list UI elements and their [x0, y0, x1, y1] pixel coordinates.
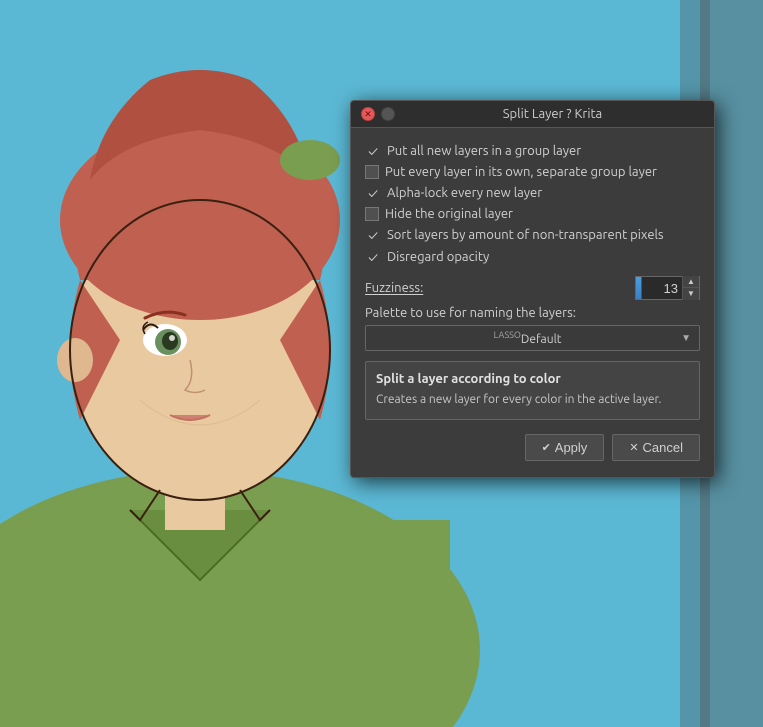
info-box-title: Split a layer according to color	[376, 372, 689, 386]
apply-check-icon: ✔	[542, 441, 551, 454]
title-bar: ✕ Split Layer ? Krita	[351, 101, 714, 128]
cancel-button[interactable]: ✕ Cancel	[612, 434, 700, 461]
info-box: Split a layer according to color Creates…	[365, 361, 700, 420]
fuzziness-label-text: Fuzziness:	[365, 281, 423, 295]
cancel-label: Cancel	[643, 440, 683, 455]
dialog-title: Split Layer ? Krita	[401, 107, 704, 121]
fuzziness-row: Fuzziness: ▲ ▼	[365, 276, 700, 300]
fuzziness-down-button[interactable]: ▼	[683, 288, 699, 300]
dialog-window: ✕ Split Layer ? Krita ✓ Put all new laye…	[350, 100, 715, 478]
check-sort-layers: ✓	[365, 227, 381, 243]
palette-dropdown[interactable]: LASSODefault ▼	[365, 325, 700, 351]
check-alpha-lock: ✓	[365, 185, 381, 201]
info-box-text: Creates a new layer for every color in t…	[376, 392, 689, 409]
fuzziness-label: Fuzziness:	[365, 281, 635, 295]
minimize-button[interactable]	[381, 107, 395, 121]
cancel-x-icon: ✕	[629, 441, 638, 454]
cb-separate-group[interactable]	[365, 165, 379, 179]
buttons-row: ✔ Apply ✕ Cancel	[365, 434, 700, 465]
option-alpha-lock: ✓ Alpha-lock every new layer	[365, 182, 700, 204]
palette-value: LASSODefault	[374, 330, 681, 346]
label-group-layer[interactable]: Put all new layers in a group layer	[387, 144, 581, 158]
option-separate-group: Put every layer in its own, separate gro…	[365, 162, 700, 182]
fuzziness-spinner: ▲ ▼	[682, 276, 699, 300]
option-group-layer: ✓ Put all new layers in a group layer	[365, 140, 700, 162]
option-disregard-opacity: ✓ Disregard opacity	[365, 246, 700, 268]
apply-label: Apply	[555, 440, 588, 455]
check-disregard-opacity: ✓	[365, 249, 381, 265]
fuzziness-up-button[interactable]: ▲	[683, 276, 699, 288]
dialog-body: ✓ Put all new layers in a group layer Pu…	[351, 128, 714, 477]
option-sort-layers: ✓ Sort layers by amount of non-transpare…	[365, 224, 700, 246]
fuzziness-input-wrap: ▲ ▼	[635, 276, 700, 300]
fuzziness-input[interactable]	[642, 277, 682, 299]
cb-hide-original[interactable]	[365, 207, 379, 221]
palette-label: Palette to use for naming the layers:	[365, 306, 700, 320]
label-hide-original[interactable]: Hide the original layer	[385, 207, 513, 221]
dropdown-arrow-icon: ▼	[681, 332, 691, 344]
label-sort-layers[interactable]: Sort layers by amount of non-transparent…	[387, 228, 664, 242]
check-group-layer: ✓	[365, 143, 381, 159]
close-button[interactable]: ✕	[361, 107, 375, 121]
label-alpha-lock[interactable]: Alpha-lock every new layer	[387, 186, 542, 200]
label-disregard-opacity[interactable]: Disregard opacity	[387, 250, 489, 264]
label-separate-group[interactable]: Put every layer in its own, separate gro…	[385, 165, 657, 179]
option-hide-original: Hide the original layer	[365, 204, 700, 224]
apply-button[interactable]: ✔ Apply	[525, 434, 605, 461]
